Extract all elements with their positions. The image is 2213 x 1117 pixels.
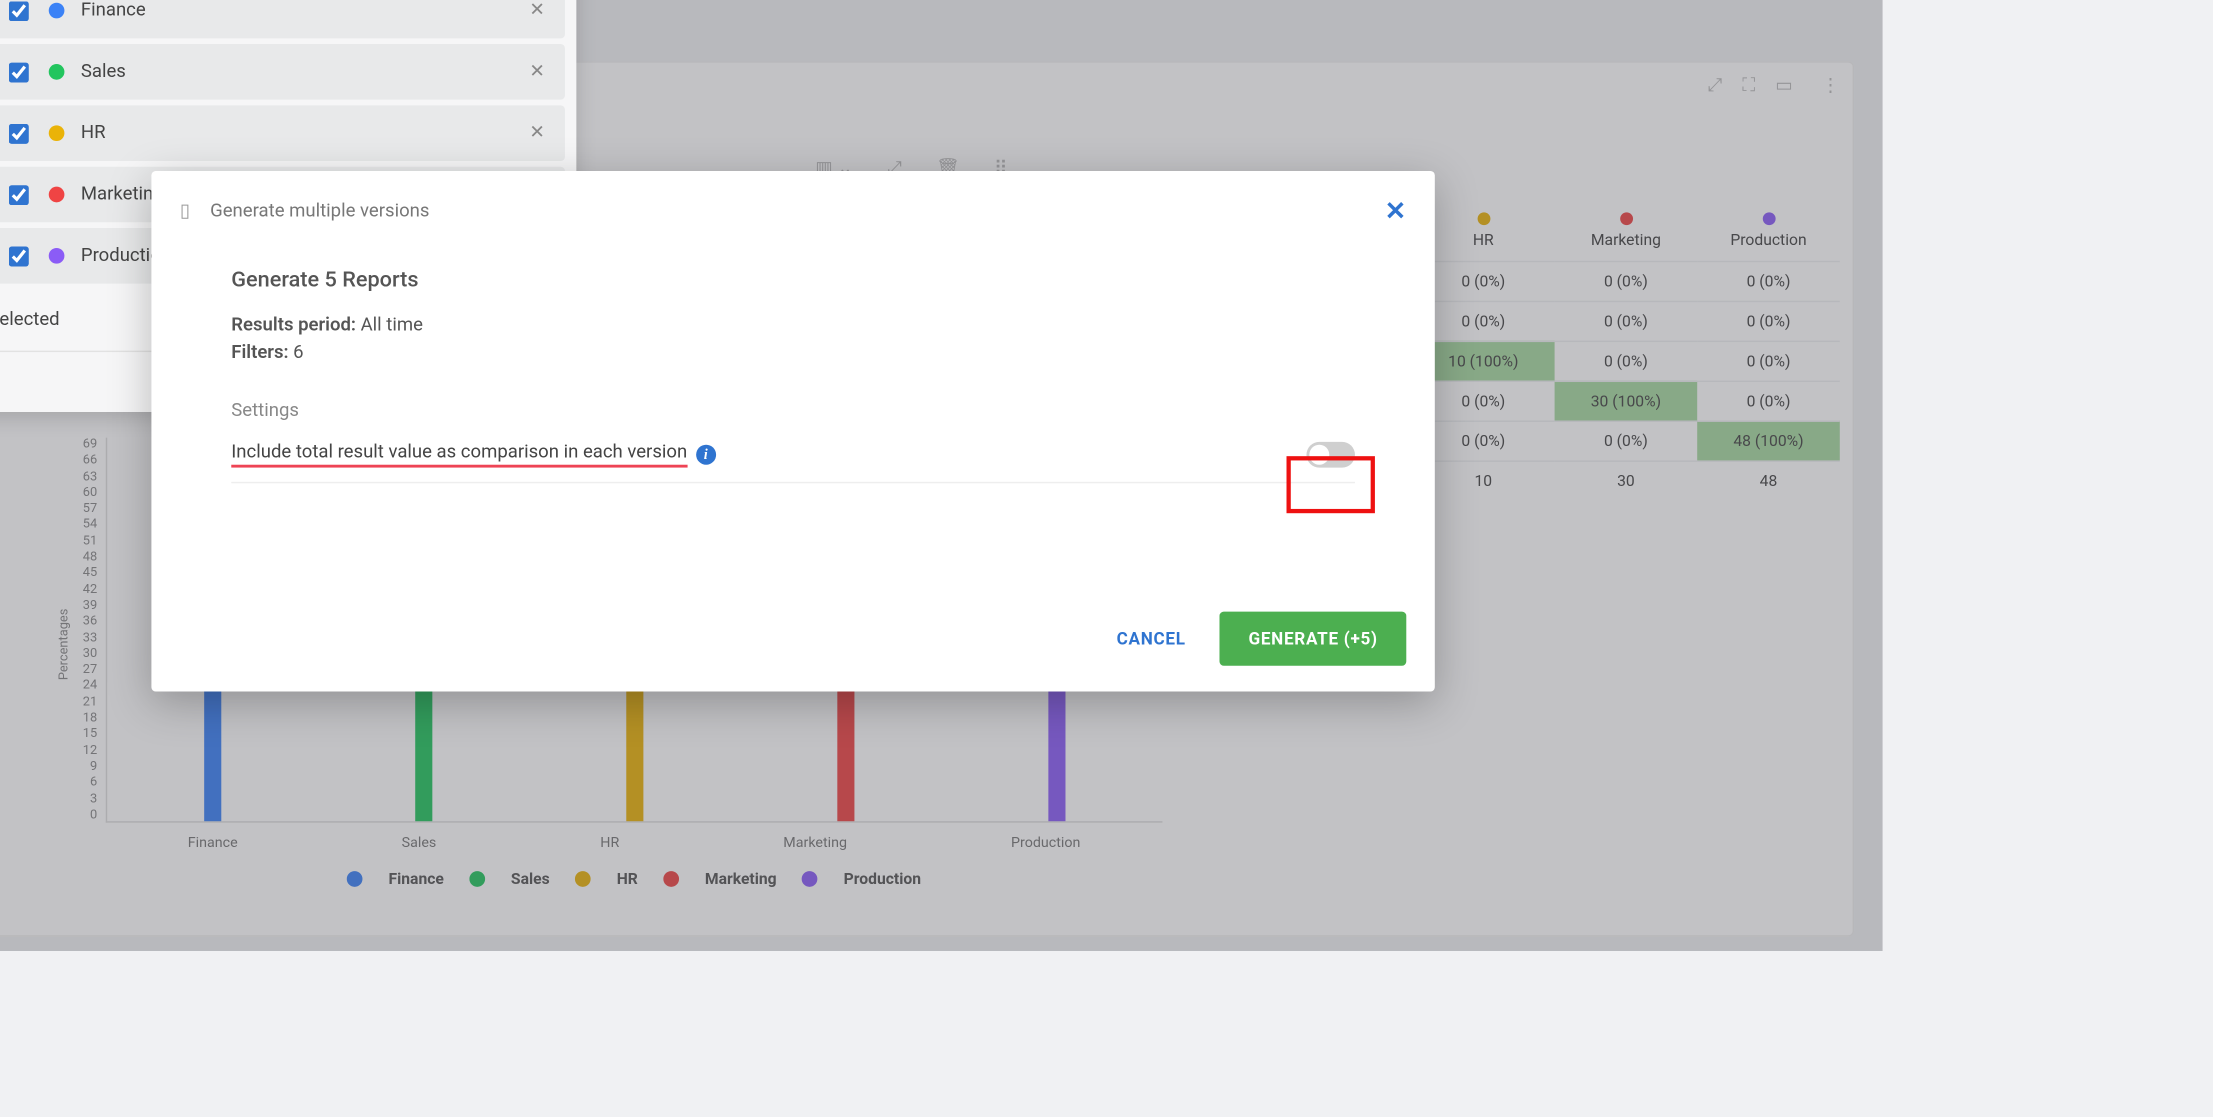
table-row: 0 (0%)0 (0%)0 (0%): [1412, 261, 1840, 301]
chart-xaxis: FinanceSalesHRMarketingProduction: [106, 835, 1163, 851]
table-cell: 0 (0%): [1555, 341, 1698, 381]
modal-heading: Generate 5 Reports: [231, 267, 1355, 293]
table-cell: 0 (0%): [1697, 381, 1840, 421]
table-row: 10 (100%)0 (0%)0 (0%): [1412, 341, 1840, 381]
expand-icon[interactable]: ⛶: [1742, 75, 1755, 96]
series-color-dot: [48, 3, 64, 19]
document-icon: ▯: [180, 201, 190, 222]
remove-icon[interactable]: ✕: [529, 0, 545, 21]
series-checkbox[interactable]: [8, 1, 28, 21]
table-row: 103048: [1412, 460, 1840, 500]
chart-yaxis: 0369121518212427303336394245485154576063…: [57, 438, 97, 823]
setting-label: Include total result value as comparison…: [231, 442, 687, 468]
table-row: 0 (0%)0 (0%)48 (100%): [1412, 421, 1840, 461]
table-cell: 0 (0%): [1555, 301, 1698, 341]
table-cell: 0 (0%): [1697, 341, 1840, 381]
data-table: HRMarketingProduction 0 (0%)0 (0%)0 (0%)…: [1412, 201, 1840, 500]
table-cell: 0 (0%): [1555, 261, 1698, 301]
generate-button[interactable]: GENERATE (+5): [1220, 612, 1406, 666]
series-label: Sales: [81, 61, 126, 82]
series-color-dot: [48, 125, 64, 141]
close-icon[interactable]: ▭: [1775, 75, 1793, 96]
setting-row: Include total result value as comparison…: [231, 442, 1355, 483]
info-icon[interactable]: i: [696, 445, 716, 465]
table-cell: 0 (0%): [1697, 261, 1840, 301]
series-checkbox[interactable]: [8, 246, 28, 266]
table-cell: 0 (0%): [1697, 301, 1840, 341]
series-label: HR: [81, 122, 106, 143]
table-row: 0 (0%)30 (100%)0 (0%): [1412, 381, 1840, 421]
include-total-toggle[interactable]: [1306, 442, 1354, 468]
series-checkbox[interactable]: [8, 62, 28, 82]
table-col-header: Marketing: [1555, 201, 1698, 261]
series-checkbox[interactable]: [8, 123, 28, 143]
menu-icon[interactable]: ⋮: [1821, 75, 1840, 96]
chart-legend: FinanceSalesHRMarketingProduction: [106, 870, 1163, 889]
table-cell: 30 (100%): [1555, 381, 1698, 421]
series-row[interactable]: ⠿ HR ✕: [0, 105, 565, 161]
table-cell: 48: [1697, 460, 1840, 500]
settings-heading: Settings: [231, 401, 1355, 422]
modal-title: Generate multiple versions: [210, 201, 429, 222]
series-row[interactable]: ⠿ Finance ✕: [0, 0, 565, 38]
table-cell: 30: [1555, 460, 1698, 500]
series-color-dot: [48, 187, 64, 203]
series-row[interactable]: ⠿ Sales ✕: [0, 44, 565, 100]
series-checkbox[interactable]: [8, 185, 28, 205]
table-cell: 48 (100%): [1697, 421, 1840, 461]
table-col-header: Production: [1697, 201, 1840, 261]
table-cell: 0 (0%): [1555, 421, 1698, 461]
series-color-dot: [48, 64, 64, 80]
selected-label: selected: [0, 309, 60, 330]
remove-icon[interactable]: ✕: [529, 61, 545, 82]
table-row: 0 (0%)0 (0%)0 (0%): [1412, 301, 1840, 341]
generate-modal: ▯ Generate multiple versions ✕ Generate …: [151, 171, 1434, 691]
cancel-button[interactable]: CANCEL: [1117, 629, 1186, 649]
tool-icon[interactable]: ⤢: [1707, 75, 1722, 96]
close-icon[interactable]: ✕: [1385, 197, 1407, 227]
series-label: Finance: [81, 0, 146, 21]
remove-icon[interactable]: ✕: [529, 122, 545, 143]
series-color-dot: [48, 248, 64, 264]
